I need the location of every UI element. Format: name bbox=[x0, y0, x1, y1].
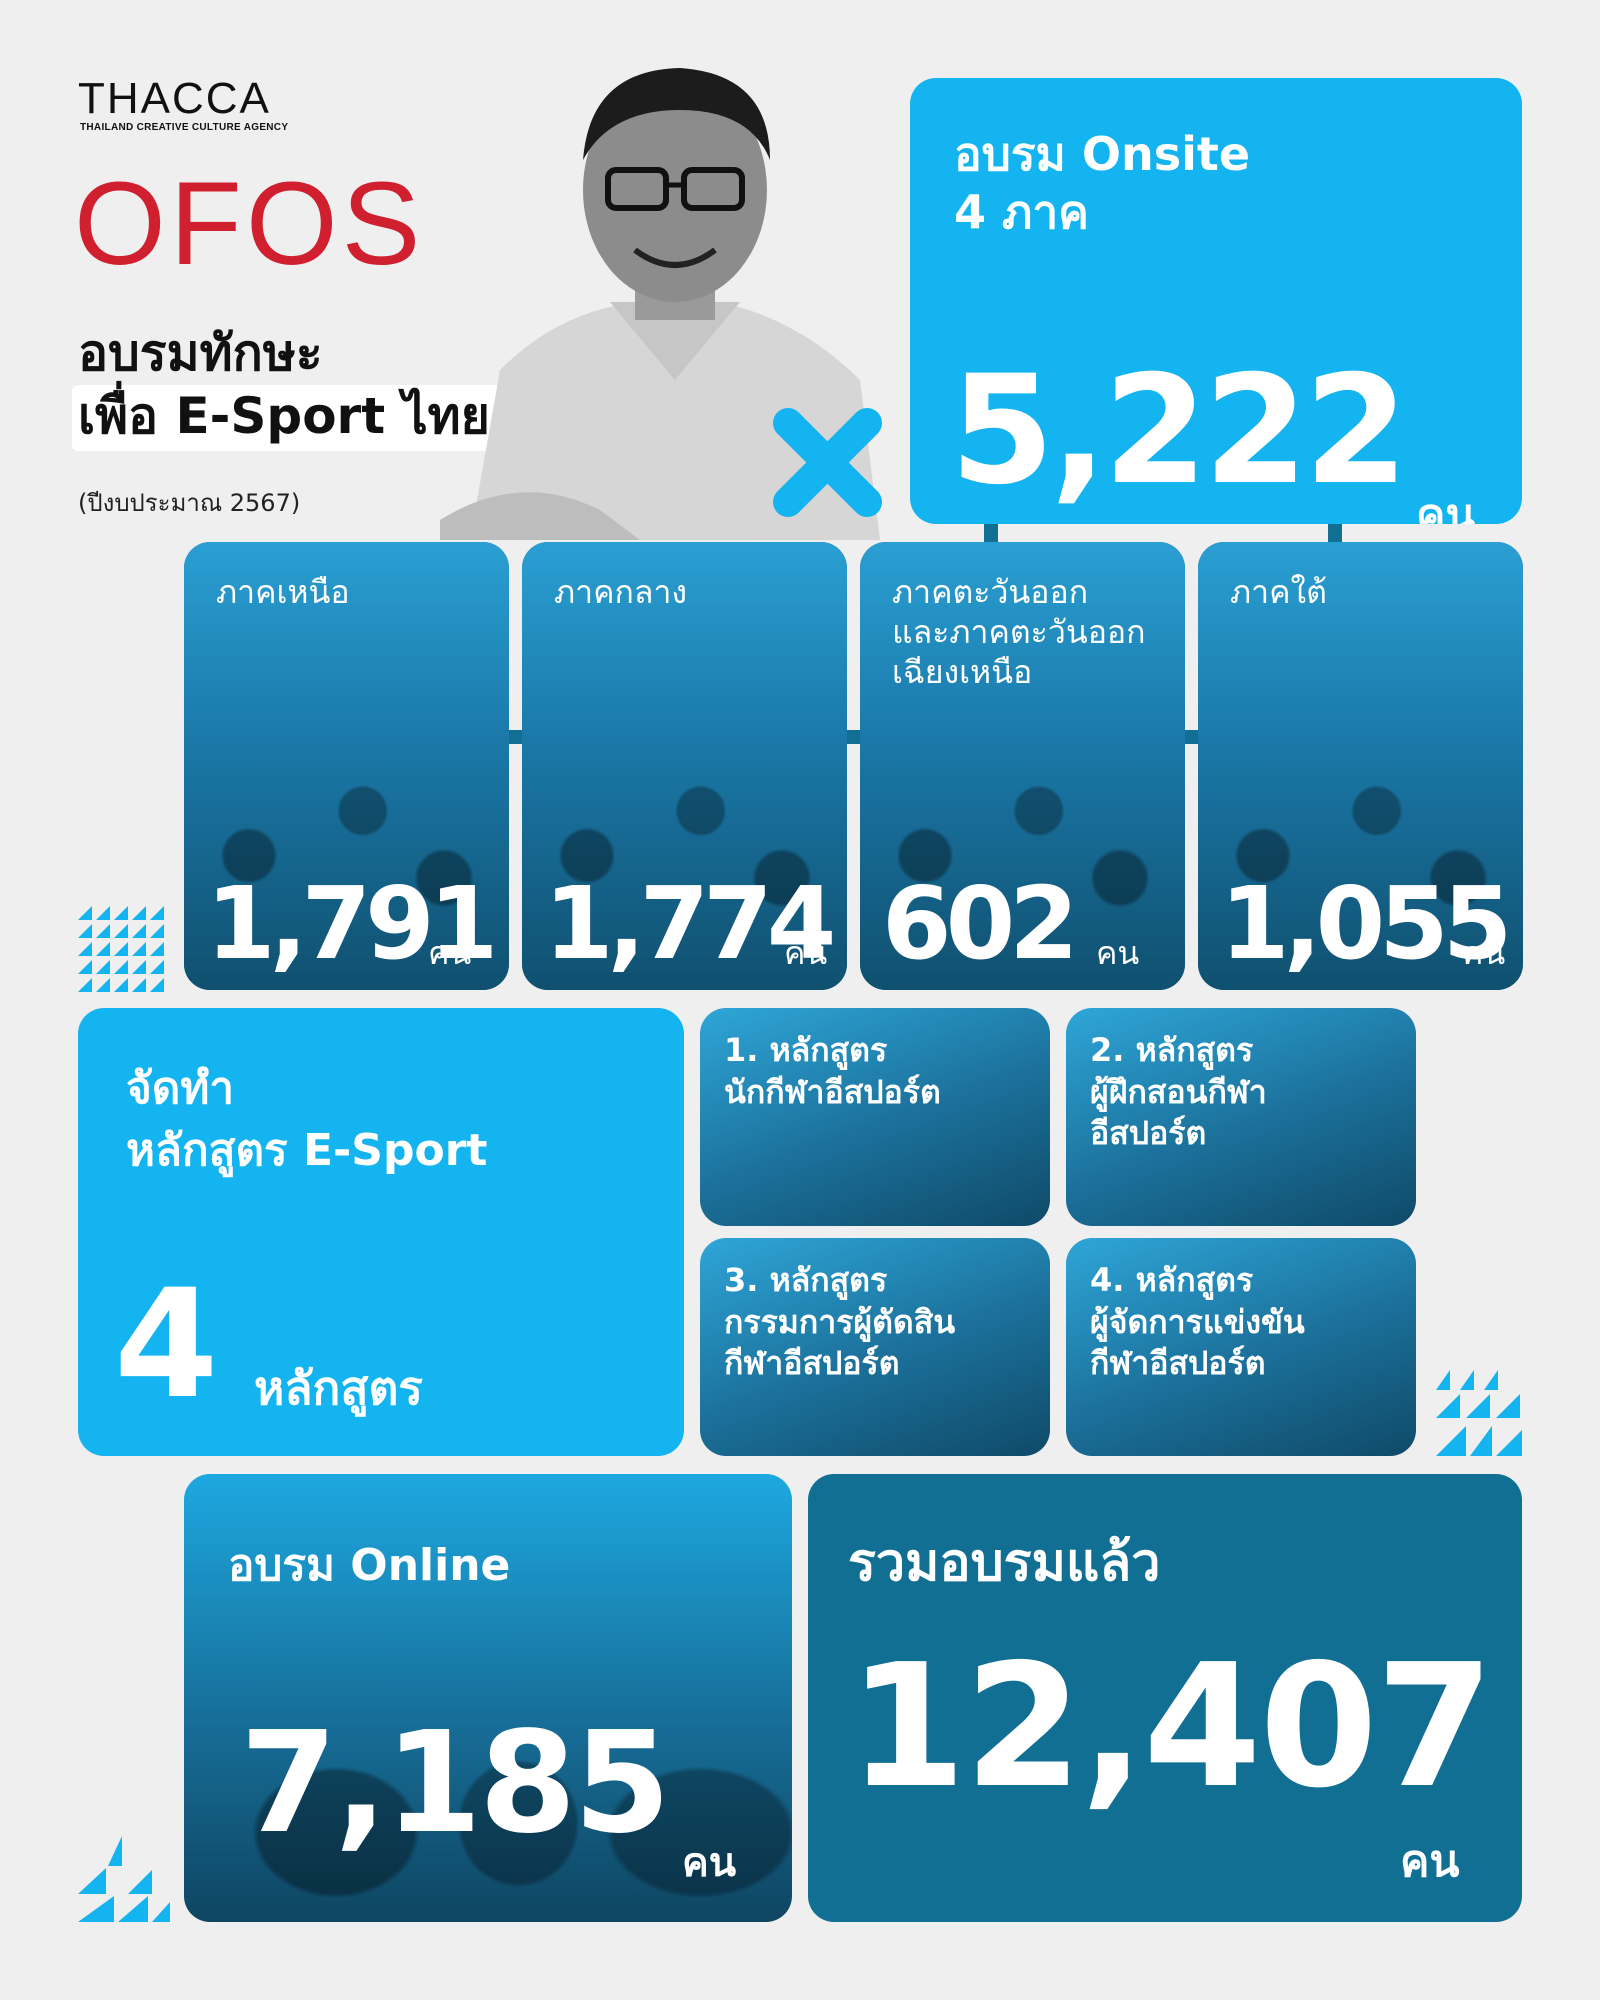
region-count: 602 bbox=[882, 865, 1079, 982]
course-label-line: 2. หลักสูตร bbox=[1090, 1031, 1254, 1069]
onsite-count: 5,222 bbox=[950, 344, 1408, 518]
region-label: ภาคเหนือ bbox=[216, 573, 350, 611]
course-label: 1. หลักสูตร นักกีฬาอีสปอร์ต bbox=[724, 1030, 941, 1113]
online-count: 7,185 bbox=[240, 1702, 671, 1865]
total-trained-card: รวมอบรมแล้ว 12,407 คน bbox=[808, 1474, 1522, 1922]
course-label: 2. หลักสูตร ผู้ฝึกสอนกีฬา อีสปอร์ต bbox=[1090, 1030, 1267, 1155]
onsite-title-line1: อบรม Onsite bbox=[954, 127, 1251, 181]
total-unit: คน bbox=[1400, 1836, 1460, 1887]
region-unit: คน bbox=[428, 934, 472, 972]
course-card-coach: 2. หลักสูตร ผู้ฝึกสอนกีฬา อีสปอร์ต bbox=[1066, 1008, 1416, 1226]
region-label: ภาคใต้ bbox=[1230, 573, 1327, 611]
course-label-line: กีฬาอีสปอร์ต bbox=[724, 1344, 900, 1383]
triangle-pattern-icon bbox=[1436, 1370, 1522, 1456]
curriculum-card: จัดทำ หลักสูตร E-Sport 4 หลักสูตร bbox=[78, 1008, 684, 1456]
region-unit: คน bbox=[784, 934, 828, 972]
ofos-program-title: OFOS bbox=[74, 158, 425, 290]
region-label: ภาคตะวันออก และภาคตะวันออก เฉียงเหนือ bbox=[892, 573, 1146, 691]
region-card-central: ภาคกลาง 1,774 คน bbox=[522, 542, 847, 990]
onsite-title: อบรม Onsite 4 ภาค bbox=[954, 126, 1250, 241]
onsite-title-line2: 4 ภาค bbox=[954, 184, 1089, 239]
online-title: อบรม Online bbox=[228, 1540, 511, 1591]
online-unit: คน bbox=[682, 1840, 737, 1886]
course-label-line: อีสปอร์ต bbox=[1090, 1114, 1207, 1153]
region-unit: คน bbox=[1462, 934, 1506, 972]
total-count: 12,407 bbox=[848, 1628, 1494, 1826]
course-label-line: 3. หลักสูตร bbox=[724, 1261, 888, 1299]
course-label-line: กีฬาอีสปอร์ต bbox=[1090, 1344, 1266, 1383]
online-training-card: อบรม Online 7,185 คน bbox=[184, 1474, 792, 1922]
curriculum-count: 4 bbox=[114, 1258, 219, 1432]
thacca-logo-subtitle: THAILAND CREATIVE CULTURE AGENCY bbox=[80, 122, 289, 133]
course-label-line: 4. หลักสูตร bbox=[1090, 1261, 1254, 1299]
curriculum-unit: หลักสูตร bbox=[254, 1361, 424, 1415]
onsite-unit: คน bbox=[1416, 490, 1476, 524]
course-card-manager: 4. หลักสูตร ผู้จัดการแข่งขัน กีฬาอีสปอร์… bbox=[1066, 1238, 1416, 1456]
thacca-logo: THACCA bbox=[78, 74, 271, 123]
curriculum-title-line2: หลักสูตร E-Sport bbox=[126, 1124, 488, 1176]
course-label: 3. หลักสูตร กรรมการผู้ตัดสิน กีฬาอีสปอร์… bbox=[724, 1260, 955, 1385]
course-label: 4. หลักสูตร ผู้จัดการแข่งขัน กีฬาอีสปอร์… bbox=[1090, 1260, 1305, 1385]
course-label-line: 1. หลักสูตร bbox=[724, 1031, 888, 1069]
course-card-referee: 3. หลักสูตร กรรมการผู้ตัดสิน กีฬาอีสปอร์… bbox=[700, 1238, 1050, 1456]
curriculum-title-line1: จัดทำ bbox=[126, 1063, 235, 1114]
course-label-line: กรรมการผู้ตัดสิน bbox=[724, 1302, 956, 1341]
triangle-pattern-icon bbox=[78, 1836, 170, 1922]
region-unit: คน bbox=[1096, 934, 1140, 972]
region-card-south: ภาคใต้ 1,055 คน bbox=[1198, 542, 1523, 990]
region-card-north: ภาคเหนือ 1,791 คน bbox=[184, 542, 509, 990]
curriculum-title: จัดทำ หลักสูตร E-Sport bbox=[126, 1058, 487, 1181]
budget-year-note: (ปีงบประมาณ 2567) bbox=[78, 489, 301, 517]
course-label-line: ผู้ฝึกสอนกีฬา bbox=[1090, 1072, 1267, 1111]
course-card-athlete: 1. หลักสูตร นักกีฬาอีสปอร์ต bbox=[700, 1008, 1050, 1226]
triangle-pattern-icon bbox=[78, 906, 164, 992]
region-label: ภาคกลาง bbox=[554, 573, 688, 611]
onsite-training-card: อบรม Onsite 4 ภาค 5,222 คน bbox=[910, 78, 1522, 524]
total-title: รวมอบรมแล้ว bbox=[848, 1533, 1161, 1593]
course-label-line: นักกีฬาอีสปอร์ต bbox=[724, 1072, 941, 1111]
region-card-east-northeast: ภาคตะวันออก และภาคตะวันออก เฉียงเหนือ 60… bbox=[860, 542, 1185, 990]
course-label-line: ผู้จัดการแข่งขัน bbox=[1090, 1302, 1305, 1341]
cross-icon bbox=[773, 408, 882, 517]
